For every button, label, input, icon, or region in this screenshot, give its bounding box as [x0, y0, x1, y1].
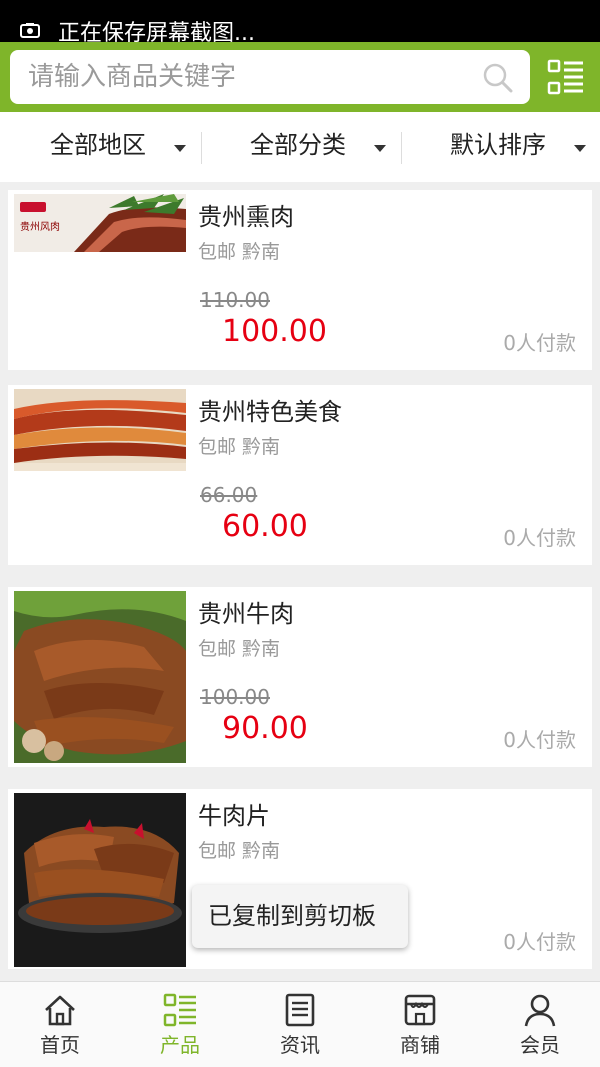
sale-price: 60.00	[222, 509, 308, 544]
news-icon	[285, 993, 315, 1027]
product-title: 贵州特色美食	[198, 398, 342, 426]
product-image-specialty-food[interactable]	[14, 389, 186, 471]
member-icon	[524, 994, 556, 1027]
product-list-icon	[163, 993, 196, 1027]
image-caption-text: 贵州风肉	[20, 220, 60, 233]
original-price: 100.00	[200, 685, 270, 709]
tab-member[interactable]: 会员	[480, 982, 600, 1067]
filter-category[interactable]: 全部分类	[200, 112, 400, 182]
search-input[interactable]: 请输入商品关键字	[10, 50, 530, 104]
original-price: 66.00	[200, 483, 258, 507]
screenshot-icon	[20, 23, 40, 38]
product-card[interactable]: 贵州牛肉 包邮 黔南 100.00 90.00 0人付款	[8, 587, 592, 767]
caret-down-icon	[374, 145, 386, 152]
filter-category-label: 全部分类	[250, 131, 346, 159]
product-meta: 包邮 黔南	[198, 638, 281, 660]
tab-home[interactable]: 首页	[0, 982, 120, 1067]
list-view-icon[interactable]	[546, 58, 586, 96]
tab-label: 首页	[40, 1033, 80, 1057]
home-icon	[45, 995, 75, 1026]
original-price: 110.00	[200, 288, 270, 312]
status-bar: 正在保存屏幕截图...	[0, 0, 600, 46]
filter-bar: 全部地区 全部分类 默认排序	[0, 112, 600, 182]
product-card[interactable]: 贵州风肉 贵州熏肉 包邮 黔南 110.00 100.00 0人付款	[8, 190, 592, 370]
search-header: 请输入商品关键字	[0, 42, 600, 112]
product-meta: 包邮 黔南	[198, 840, 281, 862]
product-image-beef[interactable]	[14, 591, 186, 763]
shop-icon	[404, 994, 436, 1026]
sale-price: 100.00	[222, 314, 327, 349]
payment-count: 0人付款	[503, 728, 576, 752]
payment-count: 0人付款	[503, 526, 576, 550]
product-title: 贵州牛肉	[198, 600, 294, 628]
filter-region-label: 全部地区	[50, 131, 146, 159]
bottom-tab-bar: 首页 产品 资讯 商铺 会员	[0, 981, 600, 1067]
product-card[interactable]: 贵州特色美食 包邮 黔南 66.00 60.00 0人付款	[8, 385, 592, 565]
product-image-beef-slices[interactable]	[14, 793, 186, 967]
filter-region[interactable]: 全部地区	[0, 112, 200, 182]
tab-news[interactable]: 资讯	[240, 982, 360, 1067]
sale-price: 90.00	[222, 711, 308, 746]
search-icon[interactable]	[482, 62, 514, 94]
search-placeholder: 请输入商品关键字	[28, 62, 237, 92]
tab-products[interactable]: 产品	[120, 982, 240, 1067]
caret-down-icon	[574, 145, 586, 152]
product-meta: 包邮 黔南	[198, 241, 281, 263]
product-title: 牛肉片	[198, 802, 270, 830]
tab-label: 会员	[520, 1033, 560, 1057]
filter-sort[interactable]: 默认排序	[400, 112, 600, 182]
tab-shop[interactable]: 商铺	[360, 982, 480, 1067]
toast-text: 已复制到剪切板	[208, 902, 376, 930]
tab-label: 资讯	[280, 1033, 320, 1057]
toast-message: 已复制到剪切板	[192, 885, 408, 948]
payment-count: 0人付款	[503, 930, 576, 954]
product-image-smoked-meat[interactable]: 贵州风肉	[14, 194, 186, 252]
caret-down-icon	[174, 145, 186, 152]
tab-label: 产品	[160, 1033, 200, 1057]
payment-count: 0人付款	[503, 331, 576, 355]
product-meta: 包邮 黔南	[198, 436, 281, 458]
product-title: 贵州熏肉	[198, 203, 294, 231]
filter-sort-label: 默认排序	[450, 131, 546, 159]
tab-label: 商铺	[400, 1033, 440, 1057]
